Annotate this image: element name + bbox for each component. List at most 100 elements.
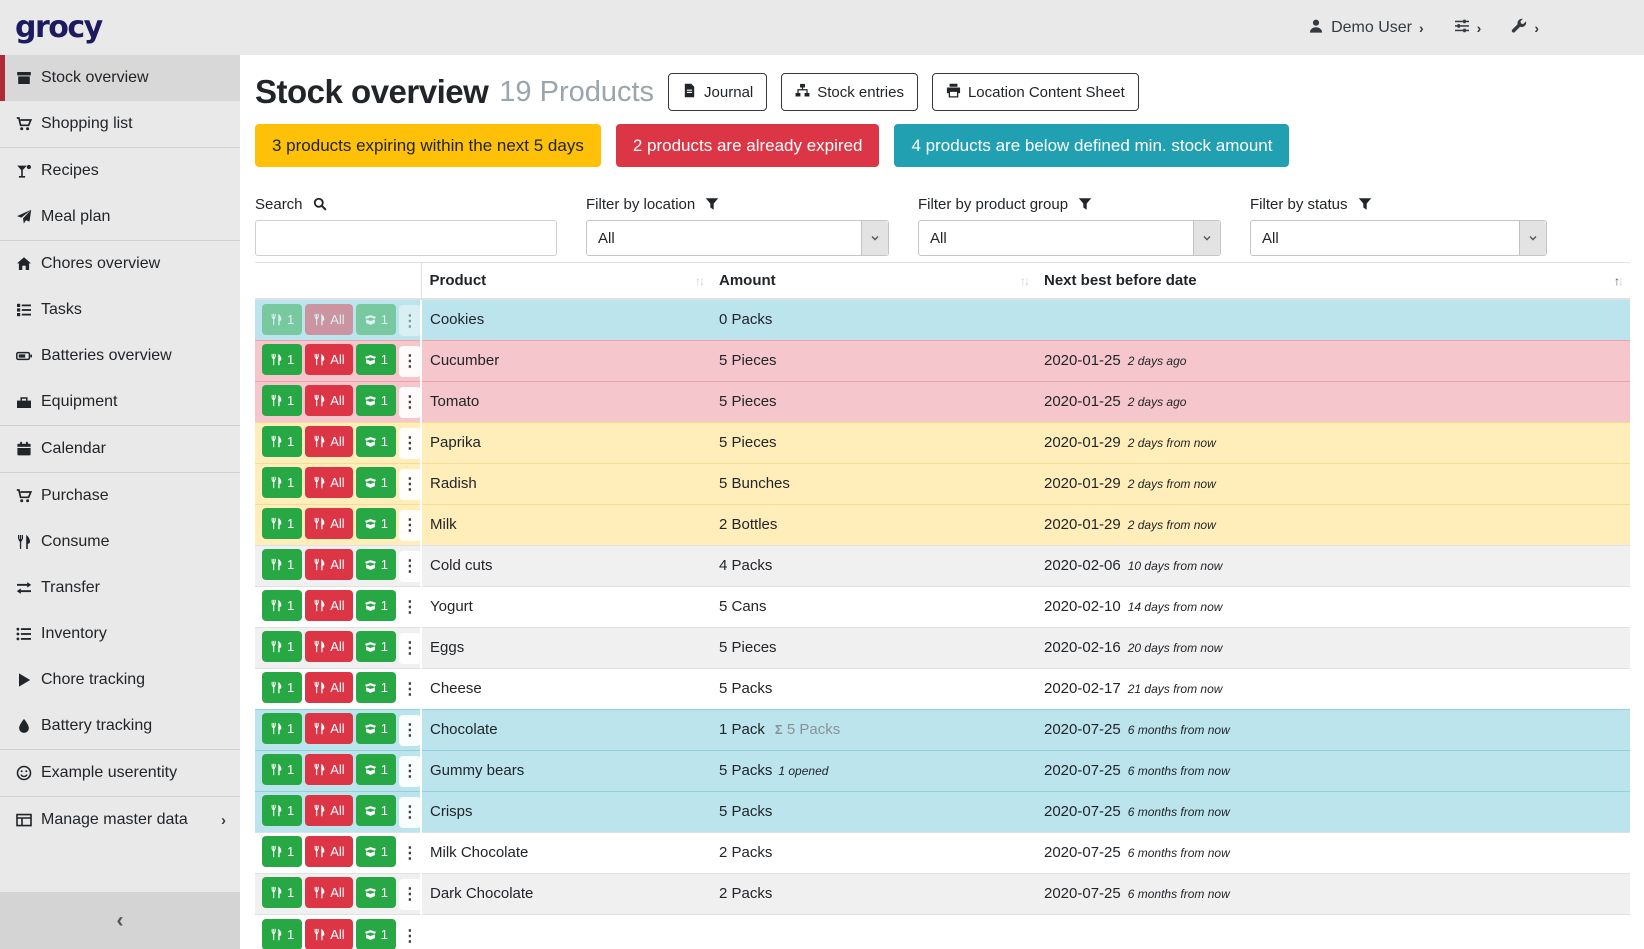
location-filter-select[interactable]: All [586,220,889,256]
row-menu-button[interactable]: ⋮ [399,428,421,459]
open-one-button[interactable]: 1 [356,795,396,826]
consume-all-button[interactable]: All [305,467,352,498]
column-header-next-best-before-date[interactable]: Next best before date ↑↓ [1036,263,1630,300]
sort-icon[interactable]: ↑↓ [1020,274,1028,288]
consume-all-button[interactable]: All [305,549,352,580]
row-menu-button[interactable]: ⋮ [399,469,421,500]
sidebar-item-inventory[interactable]: Inventory [0,611,240,657]
open-one-button[interactable]: 1 [356,713,396,744]
consume-one-button[interactable]: 1 [262,467,302,498]
consume-one-button[interactable]: 1 [262,426,302,457]
row-menu-button[interactable]: ⋮ [399,346,421,377]
row-menu-button[interactable]: ⋮ [399,715,421,746]
open-one-button[interactable]: 1 [356,631,396,662]
consume-one-button[interactable]: 1 [262,877,302,908]
consume-one-button[interactable]: 1 [262,344,302,375]
row-menu-button[interactable]: ⋮ [399,674,421,705]
row-menu-button[interactable]: ⋮ [399,387,421,418]
admin-menu[interactable]: › [1511,18,1539,37]
consume-one-button[interactable]: 1 [262,754,302,785]
open-one-button[interactable]: 1 [356,754,396,785]
consume-all-button[interactable]: All [305,508,352,539]
consume-one-button[interactable]: 1 [262,304,302,335]
row-menu-button[interactable]: ⋮ [399,551,421,582]
consume-all-button[interactable]: All [305,304,352,335]
consume-one-button[interactable]: 1 [262,590,302,621]
open-one-button[interactable]: 1 [356,467,396,498]
consume-one-button[interactable]: 1 [262,672,302,703]
row-menu-button[interactable]: ⋮ [399,510,421,541]
consume-all-button[interactable]: All [305,836,352,867]
product-group-filter-select[interactable]: All [918,220,1221,256]
consume-one-button[interactable]: 1 [262,631,302,662]
sidebar-item-example-userentity[interactable]: Example userentity [0,750,240,796]
sidebar-item-tasks[interactable]: Tasks [0,287,240,333]
open-one-button[interactable]: 1 [356,590,396,621]
sidebar-item-meal-plan[interactable]: Meal plan [0,194,240,240]
sidebar-item-stock-overview[interactable]: Stock overview [0,55,240,101]
location-content-sheet-button[interactable]: Location Content Sheet [932,73,1139,111]
sidebar-item-chores-overview[interactable]: Chores overview [0,241,240,287]
alert-info[interactable]: 4 products are below defined min. stock … [894,124,1289,167]
consume-one-button[interactable]: 1 [262,713,302,744]
row-menu-button[interactable]: ⋮ [399,592,421,623]
sidebar-item-battery-tracking[interactable]: Battery tracking [0,703,240,749]
consume-all-button[interactable]: All [305,877,352,908]
consume-one-button[interactable]: 1 [262,385,302,416]
consume-one-button[interactable]: 1 [262,508,302,539]
row-menu-button[interactable]: ⋮ [399,920,421,949]
alert-danger[interactable]: 2 products are already expired [616,124,880,167]
sidebar-item-chore-tracking[interactable]: Chore tracking [0,657,240,703]
row-menu-button[interactable]: ⋮ [399,305,421,336]
column-header-amount[interactable]: Amount ↑↓ [711,263,1036,300]
open-one-button[interactable]: 1 [356,549,396,580]
consume-one-button[interactable]: 1 [262,549,302,580]
sidebar-item-recipes[interactable]: Recipes [0,148,240,194]
consume-all-button[interactable]: All [305,385,352,416]
alert-warning[interactable]: 3 products expiring within the next 5 da… [255,124,601,167]
sidebar-item-consume[interactable]: Consume [0,519,240,565]
sidebar-item-manage-master-data[interactable]: Manage master data› [0,797,240,843]
consume-one-button[interactable]: 1 [262,919,302,949]
sidebar-collapse-button[interactable]: ‹ [0,892,240,949]
grocy-logo[interactable]: grocy [15,10,102,45]
search-input[interactable] [255,220,557,256]
consume-all-button[interactable]: All [305,344,352,375]
sort-icon[interactable]: ↑↓ [695,274,703,288]
journal-button[interactable]: Journal [668,73,767,111]
open-one-button[interactable]: 1 [356,426,396,457]
consume-one-button[interactable]: 1 [262,795,302,826]
consume-all-button[interactable]: All [305,754,352,785]
open-one-button[interactable]: 1 [356,508,396,539]
open-one-button[interactable]: 1 [356,919,396,949]
sidebar-item-transfer[interactable]: Transfer [0,565,240,611]
consume-all-button[interactable]: All [305,590,352,621]
open-one-button[interactable]: 1 [356,304,396,335]
row-menu-button[interactable]: ⋮ [399,797,421,828]
sidebar-item-shopping-list[interactable]: Shopping list [0,101,240,147]
consume-all-button[interactable]: All [305,795,352,826]
consume-all-button[interactable]: All [305,426,352,457]
row-menu-button[interactable]: ⋮ [399,633,421,664]
row-menu-button[interactable]: ⋮ [399,879,421,910]
consume-all-button[interactable]: All [305,672,352,703]
stock-entries-button[interactable]: Stock entries [781,73,918,111]
open-one-button[interactable]: 1 [356,672,396,703]
row-menu-button[interactable]: ⋮ [399,756,421,787]
sidebar-item-purchase[interactable]: Purchase [0,473,240,519]
consume-all-button[interactable]: All [305,631,352,662]
consume-all-button[interactable]: All [305,713,352,744]
consume-one-button[interactable]: 1 [262,836,302,867]
column-header-product[interactable]: Product ↑↓ [421,263,711,300]
open-one-button[interactable]: 1 [356,344,396,375]
settings-menu[interactable]: › [1454,18,1482,37]
open-one-button[interactable]: 1 [356,836,396,867]
sidebar-item-batteries-overview[interactable]: Batteries overview [0,333,240,379]
sidebar-item-equipment[interactable]: Equipment [0,379,240,425]
open-one-button[interactable]: 1 [356,877,396,908]
sort-icon[interactable]: ↑↓ [1614,274,1622,288]
row-menu-button[interactable]: ⋮ [399,838,421,869]
sidebar-item-calendar[interactable]: Calendar [0,426,240,472]
open-one-button[interactable]: 1 [356,385,396,416]
consume-all-button[interactable]: All [305,919,352,949]
